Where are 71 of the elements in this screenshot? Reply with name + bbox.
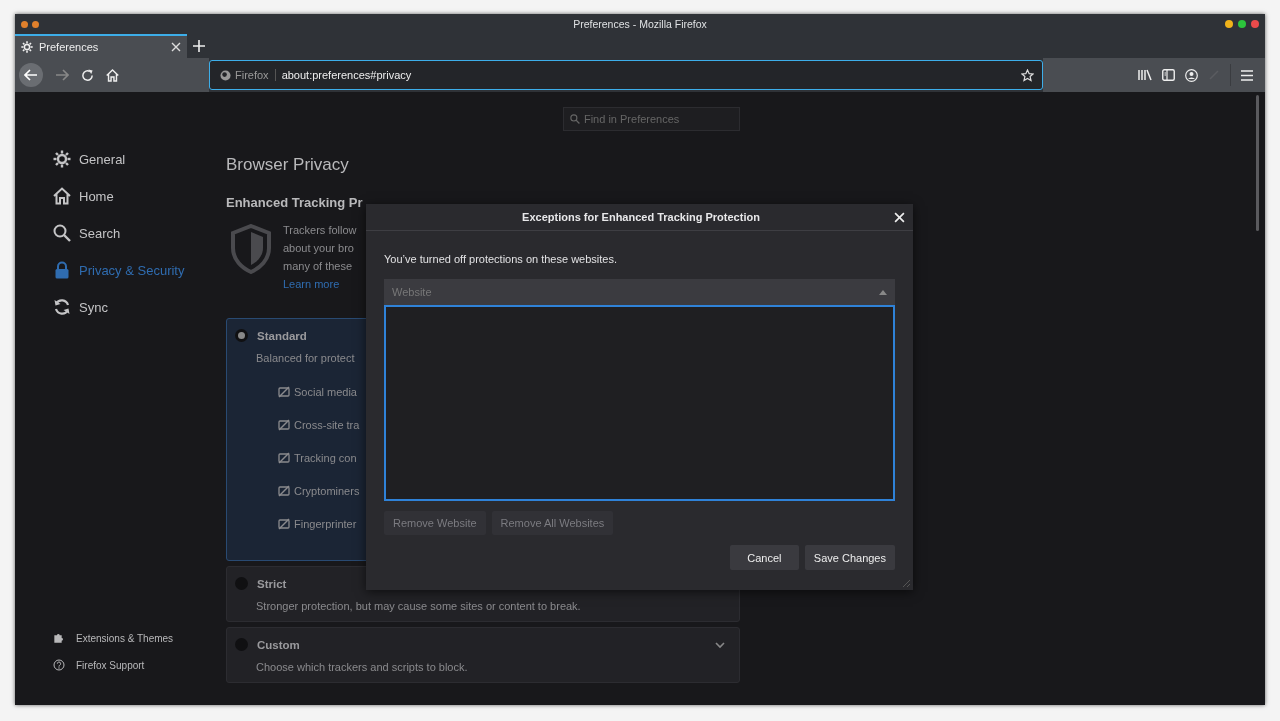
radio-button[interactable] <box>235 329 248 342</box>
account-icon[interactable] <box>1185 68 1198 82</box>
sidebar-item[interactable]: Sync <box>53 297 226 317</box>
chevron-icon[interactable] <box>715 640 725 649</box>
feature-text: Cryptominers <box>294 485 360 497</box>
lock-icon <box>53 261 71 279</box>
reload-icon[interactable] <box>81 68 94 82</box>
option-description: Choose which trackers and scripts to block. <box>256 661 469 673</box>
feature-text: Tracking con <box>294 452 357 464</box>
shield-icon <box>230 224 272 274</box>
feature-text: Fingerprinter <box>294 518 357 530</box>
sidebar-item[interactable]: Search <box>53 223 226 243</box>
sidebar-icon[interactable] <box>1162 69 1175 81</box>
feature-text: Cross-site tra <box>294 419 360 431</box>
gear-icon <box>21 41 33 53</box>
search-field[interactable]: Find in Preferences <box>583 113 733 125</box>
option-title: Strict <box>257 577 288 590</box>
search-icon <box>570 114 580 124</box>
section-title: Enhanced Tracking Pr <box>226 195 364 210</box>
star-icon[interactable] <box>1021 68 1034 82</box>
search-icon <box>53 224 71 242</box>
back-arrow-icon <box>24 69 38 81</box>
browser-logo-icon <box>220 69 231 81</box>
dialog-title: Exceptions for Enhanced Tracking Protection <box>521 211 761 223</box>
website-list[interactable] <box>384 305 895 501</box>
back-button[interactable] <box>19 63 43 87</box>
save-button[interactable]: Save Changes <box>804 545 895 570</box>
maximize-button[interactable] <box>1238 20 1246 28</box>
footer-link[interactable]: Extensions & Themes <box>76 632 174 644</box>
description-text: many of these <box>283 260 354 272</box>
url-text: about:preferences#privacy <box>281 69 413 81</box>
blocked-tracker-icon <box>278 518 290 530</box>
cancel-button[interactable]: Cancel <box>729 545 799 570</box>
home-icon <box>53 187 71 205</box>
resize-grip-icon[interactable] <box>901 578 911 588</box>
gear-icon <box>53 150 71 168</box>
help-icon <box>53 659 65 671</box>
library-icon[interactable] <box>1138 69 1152 81</box>
identity-label: Firefox <box>235 69 269 81</box>
window-title: Preferences - Mozilla Firefox <box>572 18 708 30</box>
close-button[interactable] <box>1251 20 1259 28</box>
blocked-tracker-icon <box>278 419 290 431</box>
option-description: Stronger protection, but may cause some sites or content to break. <box>256 600 582 612</box>
scrollbar[interactable] <box>1256 95 1259 231</box>
sort-caret-icon <box>879 289 887 295</box>
protection-option[interactable]: Custom Choose which trackers and scripts to block. <box>226 627 740 683</box>
sidebar-item[interactable]: Home <box>53 186 226 206</box>
option-description: Balanced for protect <box>256 352 356 364</box>
blocked-tracker-icon <box>278 485 290 497</box>
page-heading: Browser Privacy <box>226 155 350 175</box>
sync-icon <box>53 298 71 316</box>
close-icon[interactable] <box>894 211 905 223</box>
blocked-tracker-icon <box>278 452 290 464</box>
minimize-button[interactable] <box>1225 20 1233 28</box>
menu-icon[interactable] <box>1241 69 1253 81</box>
description-text: about your bro <box>283 242 355 254</box>
dialog-message: You’ve turned off protections on these websites. <box>384 253 618 265</box>
close-tab-icon[interactable] <box>171 42 181 52</box>
option-title: Standard <box>257 329 308 342</box>
new-tab-icon[interactable] <box>193 40 205 52</box>
description-text: Trackers follow <box>283 224 357 236</box>
footer-link[interactable]: Firefox Support <box>76 659 145 671</box>
home-icon[interactable] <box>106 68 119 82</box>
search-box[interactable]: Find in Preferences <box>563 107 740 131</box>
sidebar-item[interactable]: General <box>53 149 226 169</box>
address-bar[interactable]: Firefox about:preferences#privacy <box>209 60 1043 90</box>
option-title: Custom <box>257 638 301 651</box>
feature-text: Social media <box>294 386 357 398</box>
browser-tab[interactable]: Preferences <box>15 34 187 58</box>
blocked-tracker-icon <box>278 386 290 398</box>
puzzle-icon <box>53 632 65 644</box>
